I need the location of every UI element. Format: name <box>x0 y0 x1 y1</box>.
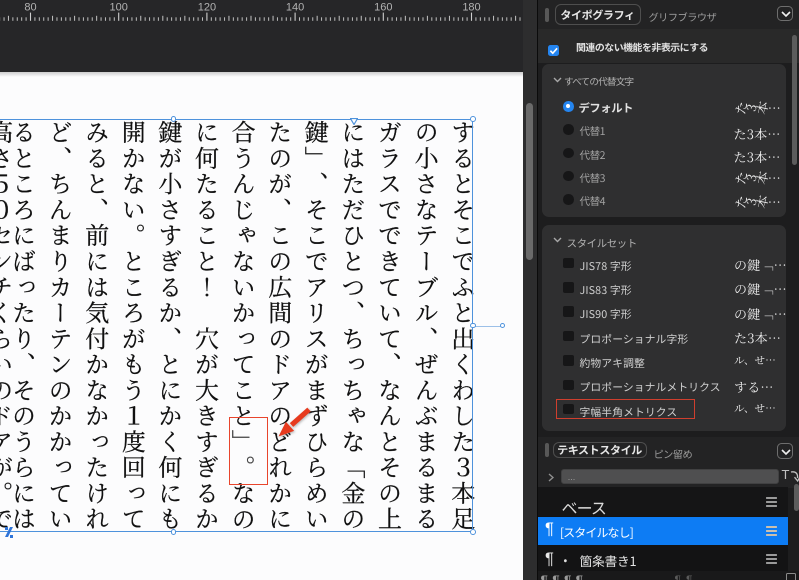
svg-text:80: 80 <box>24 2 36 14</box>
svg-text:120: 120 <box>198 2 216 14</box>
svg-text:160: 160 <box>374 2 392 14</box>
svg-text:140: 140 <box>286 2 304 14</box>
svg-text:100: 100 <box>110 2 128 14</box>
svg-text:180: 180 <box>462 2 480 14</box>
